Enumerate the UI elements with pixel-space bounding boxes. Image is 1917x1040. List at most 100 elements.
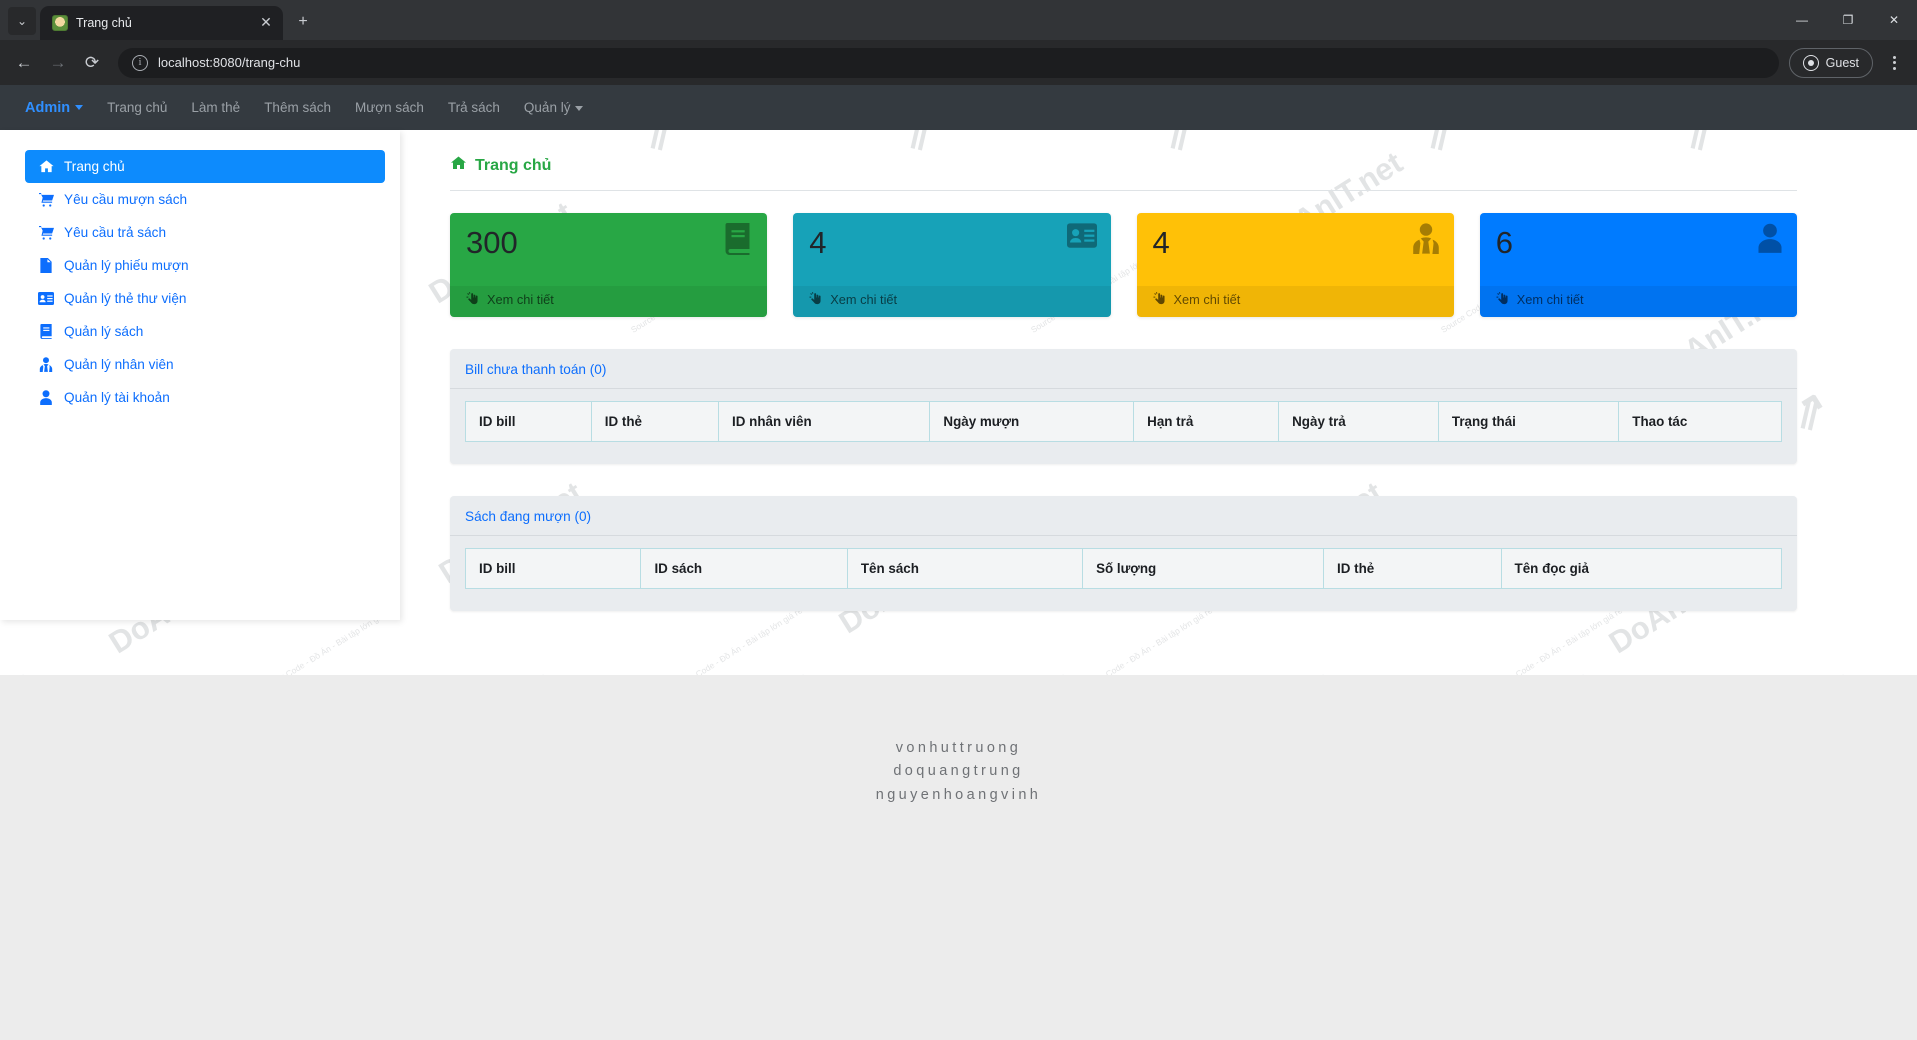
column-header[interactable]: ID thẻ: [590, 400, 720, 442]
column-header[interactable]: Trạng thái: [1437, 400, 1620, 442]
column-header[interactable]: Ngày mượn: [929, 400, 1135, 442]
column-header[interactable]: ID sách: [640, 547, 848, 589]
nav-link-quan-ly[interactable]: Quản lý: [524, 100, 584, 115]
stat-cards: 300 Xem chi tiết 4 Xem chi tiết 4 Xem ch…: [450, 213, 1797, 317]
maximize-icon[interactable]: ❐: [1825, 0, 1871, 40]
stat-card-link-label: Xem chi tiết: [830, 292, 898, 308]
window-close-icon[interactable]: ✕: [1871, 0, 1917, 40]
stat-card-body: 300: [450, 213, 767, 286]
sidebar-item-trang-chu[interactable]: Trang chủ: [25, 150, 385, 183]
stat-card-value: 4: [809, 225, 827, 260]
profile-button[interactable]: Guest: [1788, 47, 1873, 78]
nav-link-label: Mượn sách: [354, 100, 424, 115]
page-body: Trang chủ Yêu cầu mượn sách Yêu cầu trả …: [0, 130, 1917, 620]
hand-pointer-icon: [1153, 291, 1167, 308]
reload-icon[interactable]: ⟳: [76, 47, 108, 79]
navbar-brand-label: Admin: [25, 99, 71, 116]
footer-author: nguyenhoangvinh: [875, 786, 1042, 803]
sidebar: Trang chủ Yêu cầu mượn sách Yêu cầu trả …: [0, 130, 400, 620]
sidebar-item-label: Quản lý thẻ thư viện: [64, 291, 187, 306]
tab-search-button[interactable]: ⌄: [8, 7, 36, 35]
column-header[interactable]: Tên đọc giả: [1500, 547, 1783, 589]
hand-pointer-icon: [466, 291, 480, 308]
sidebar-item-label: Yêu cầu trả sách: [64, 225, 167, 240]
tab-title: Trang chủ: [76, 16, 132, 30]
close-icon[interactable]: ✕: [257, 14, 275, 32]
sidebar-item-quan-ly-sach[interactable]: Quản lý sách: [25, 315, 385, 348]
user-tie-icon: [37, 357, 55, 372]
sidebar-item-quan-ly-phieu-muon[interactable]: Quản lý phiếu mượn: [25, 249, 385, 282]
panel-title[interactable]: Sách đang mượn (0): [450, 496, 1797, 536]
hand-pointer-icon: [1496, 291, 1510, 308]
sidebar-item-quan-ly-the-thu-vien[interactable]: Quản lý thẻ thư viện: [25, 282, 385, 315]
panel-borrowed-books: Sách đang mượn (0) ID bill ID sách Tên s…: [450, 495, 1797, 611]
nav-link-label: Làm thẻ: [191, 100, 241, 115]
table-header-row: ID bill ID sách Tên sách Số lượng ID thẻ…: [464, 547, 1783, 589]
nav-link-muon-sach[interactable]: Mượn sách: [355, 100, 424, 115]
chevron-down-icon: ⌄: [16, 14, 28, 28]
stat-card-link-label: Xem chi tiết: [487, 292, 554, 308]
back-icon[interactable]: ←: [8, 47, 40, 79]
cart-icon: [37, 192, 55, 207]
stat-card-body: 4: [1137, 213, 1454, 286]
column-header[interactable]: Ngày trả: [1278, 400, 1439, 442]
nav-link-them-sach[interactable]: Thêm sách: [264, 100, 331, 115]
profile-label: Guest: [1825, 55, 1859, 70]
new-tab-icon[interactable]: +: [289, 8, 317, 36]
stat-card-link-label: Xem chi tiết: [1516, 292, 1584, 308]
page-title: Trang chủ: [450, 155, 1797, 191]
hand-pointer-icon: [809, 291, 823, 308]
stat-card-link[interactable]: Xem chi tiết: [793, 285, 1111, 317]
column-header[interactable]: Số lượng: [1082, 547, 1325, 589]
browser-toolbar: ← → ⟳ i localhost:8080/trang-chu Guest: [0, 40, 1917, 85]
nav-link-label: Trang chủ: [107, 100, 168, 115]
stat-card-accounts[interactable]: 6 Xem chi tiết: [1479, 213, 1797, 317]
user-tie-icon: [1412, 223, 1440, 260]
chevron-down-icon: [75, 105, 84, 111]
sidebar-item-quan-ly-tai-khoan[interactable]: Quản lý tài khoản: [25, 381, 385, 414]
stat-card-link[interactable]: Xem chi tiết: [1136, 285, 1454, 317]
sidebar-item-label: Quản lý sách: [64, 324, 144, 339]
address-bar[interactable]: i localhost:8080/trang-chu: [118, 47, 1779, 78]
column-header[interactable]: Tên sách: [846, 547, 1084, 589]
stat-card-staff[interactable]: 4 Xem chi tiết: [1136, 213, 1454, 317]
stat-card-link[interactable]: Xem chi tiết: [1479, 285, 1797, 317]
browser-tab[interactable]: Trang chủ ✕: [40, 6, 283, 40]
stat-card-link-label: Xem chi tiết: [1173, 292, 1241, 308]
cart-icon: [37, 225, 55, 240]
column-header[interactable]: ID bill: [465, 400, 592, 442]
column-header[interactable]: Hạn trả: [1133, 400, 1280, 442]
browser-menu-icon[interactable]: [1879, 47, 1909, 79]
tab-strip: ⌄ Trang chủ ✕ + — ❐ ✕: [0, 0, 1917, 40]
sidebar-item-yeu-cau-muon-sach[interactable]: Yêu cầu mượn sách: [25, 183, 385, 216]
main-content: Trang chủ 300 Xem chi tiết 4 Xem chi tiế…: [400, 130, 1917, 620]
minimize-icon[interactable]: —: [1779, 0, 1825, 40]
navbar-brand[interactable]: Admin: [25, 99, 84, 116]
book-icon: [37, 324, 55, 339]
nav-link-trang-chu[interactable]: Trang chủ: [107, 100, 167, 115]
stat-card-link[interactable]: Xem chi tiết: [450, 285, 768, 317]
invoice-icon: [37, 258, 55, 273]
forward-icon[interactable]: →: [42, 47, 74, 79]
panel-title[interactable]: Bill chưa thanh toán (0): [450, 349, 1797, 389]
column-header[interactable]: ID thẻ: [1323, 547, 1502, 589]
stat-card-library-cards[interactable]: 4 Xem chi tiết: [793, 213, 1111, 317]
browser-window: ⌄ Trang chủ ✕ + — ❐ ✕ ← → ⟳ i localhost:…: [0, 0, 1917, 1040]
sidebar-item-quan-ly-nhan-vien[interactable]: Quản lý nhân viên: [25, 348, 385, 381]
site-info-icon[interactable]: i: [132, 54, 148, 71]
sidebar-item-label: Quản lý phiếu mượn: [64, 258, 189, 273]
column-header[interactable]: Thao tác: [1618, 400, 1782, 442]
app-navbar: Admin Trang chủ Làm thẻ Thêm sách Mượn s…: [0, 85, 1917, 130]
column-header[interactable]: ID bill: [464, 547, 642, 589]
footer-author: vonhuttruong: [895, 740, 1022, 756]
sidebar-item-yeu-cau-tra-sach[interactable]: Yêu cầu trả sách: [25, 216, 385, 249]
column-header[interactable]: ID nhân viên: [718, 400, 931, 442]
stat-card-value: 6: [1495, 225, 1513, 260]
stat-card-books[interactable]: 300 Xem chi tiết: [450, 213, 768, 317]
panel-title-label: Sách đang mượn (0): [465, 508, 592, 524]
home-icon: [37, 159, 55, 174]
nav-link-tra-sach[interactable]: Trả sách: [448, 100, 500, 115]
book-icon: [724, 223, 753, 261]
nav-link-lam-the[interactable]: Làm thẻ: [191, 100, 240, 115]
page-title-label: Trang chủ: [475, 156, 552, 174]
